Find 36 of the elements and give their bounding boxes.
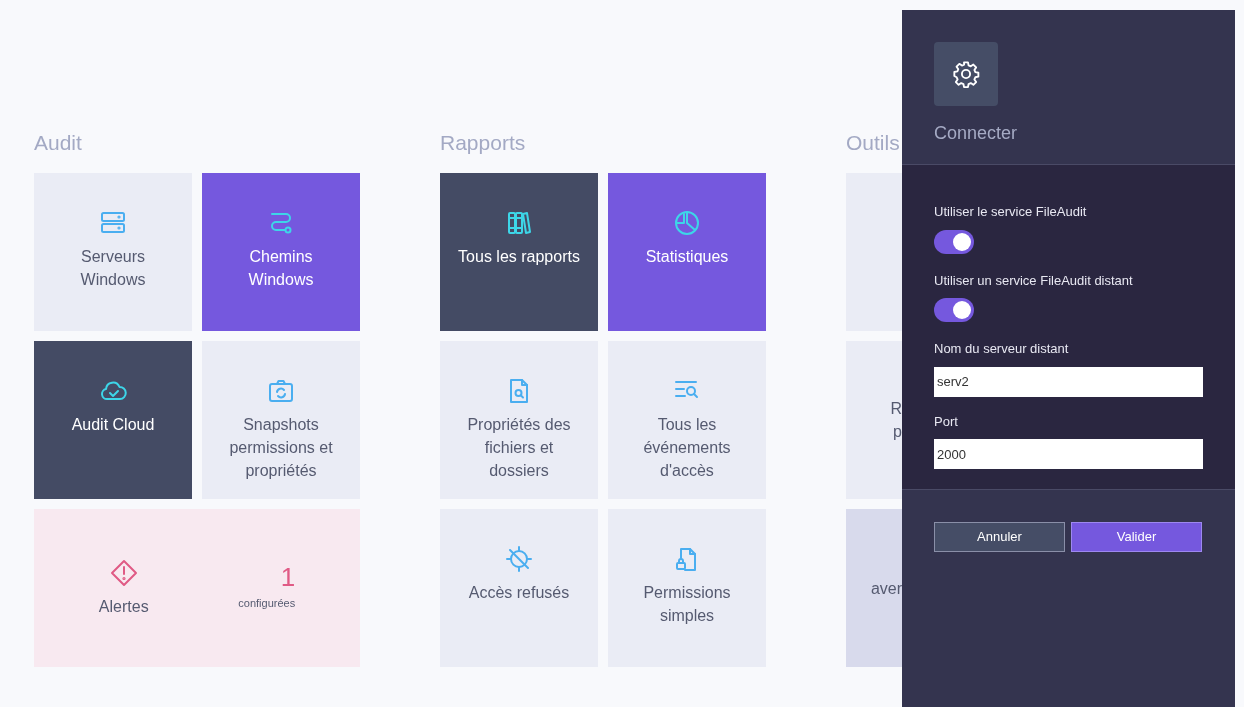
menu-tile[interactable]: Tous les événements d'accès [608, 341, 766, 499]
input-field[interactable]: serv2 [934, 366, 1203, 397]
menu-tile[interactable]: Serveurs Windows [34, 173, 192, 331]
pie-chart-icon [673, 209, 701, 237]
alerts-tile[interactable]: Alertes 1 configurées [34, 509, 360, 667]
tile-label: Alertes [98, 596, 149, 617]
toggle-label: Utiliser le service FileAudit [934, 203, 1087, 221]
menu-tile[interactable]: R p [846, 341, 902, 499]
menu-tile[interactable]: Chemins Windows [202, 173, 360, 331]
menu-tile[interactable]: Permissions simples [608, 509, 766, 667]
panel-title: Connecter [934, 122, 1019, 145]
section-title: Outils [846, 130, 901, 156]
count-label: configurées [238, 595, 296, 611]
field-label: Nom du serveur distant [934, 340, 1069, 358]
submit-button[interactable]: Valider [1071, 522, 1202, 552]
menu-tile[interactable]: Audit Cloud [34, 341, 192, 499]
crosshair-slash-icon [505, 545, 533, 573]
menu-tile[interactable]: Snapshots permissions et propriétés [202, 341, 360, 499]
books-icon [505, 209, 533, 237]
camera-refresh-icon [267, 377, 295, 405]
menu-tile[interactable]: Statistiques [608, 173, 766, 331]
alert-count: 1 [280, 561, 296, 592]
input-field[interactable]: 2000 [934, 439, 1203, 469]
menu-tile[interactable]: aver [846, 509, 902, 667]
section-title: Rapports [440, 130, 527, 156]
toggle-label: Utiliser un service FileAudit distant [934, 271, 1133, 290]
toggle-switch[interactable] [934, 229, 974, 254]
toggle-switch[interactable] [934, 298, 974, 322]
menu-tile[interactable]: Propriétés des fichiers et dossiers [440, 341, 598, 499]
field-label: Port [934, 412, 958, 431]
settings-icon [952, 60, 980, 88]
menu-tile[interactable]: Tous les rapports [440, 173, 598, 331]
menu-tile[interactable]: Accès refusés [440, 509, 598, 667]
warning-diamond-icon [109, 558, 138, 587]
cancel-button[interactable]: Annuler [934, 522, 1065, 552]
section-title: Audit [34, 130, 83, 156]
